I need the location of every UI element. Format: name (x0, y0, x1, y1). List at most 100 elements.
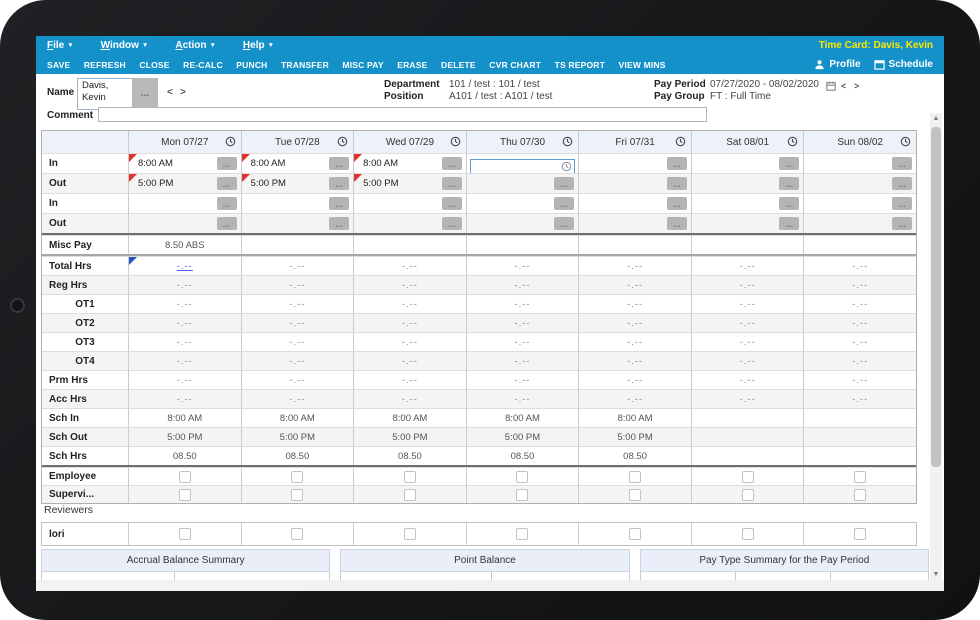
value-cell: -.-- (803, 294, 916, 313)
day-clock-icon[interactable] (225, 136, 236, 150)
punch-detail-button[interactable]: ... (779, 177, 799, 190)
day-clock-icon[interactable] (562, 136, 573, 150)
toolbar-view-mins[interactable]: VIEW MINS (619, 60, 666, 70)
toolbar-misc-pay[interactable]: MISC PAY (342, 60, 383, 70)
reviewer-checkbox[interactable] (291, 528, 303, 540)
total-hours-link[interactable]: -.-- (129, 261, 241, 272)
value-cell: -.-- (578, 313, 691, 332)
scroll-up-arrow-icon[interactable]: ▲ (930, 113, 942, 125)
punch-detail-button[interactable]: ... (554, 217, 574, 230)
punch-detail-button[interactable]: ... (892, 197, 912, 210)
approval-checkbox[interactable] (742, 489, 754, 501)
punch-detail-button[interactable]: ... (329, 217, 349, 230)
menu-help[interactable]: Help▼ (243, 40, 274, 51)
prev-employee-arrow[interactable]: < (167, 87, 173, 98)
approval-checkbox[interactable] (854, 471, 866, 483)
toolbar-delete[interactable]: DELETE (441, 60, 476, 70)
punch-clock-icon[interactable] (561, 159, 572, 173)
punch-detail-button[interactable]: ... (329, 157, 349, 170)
menu-action[interactable]: Action▼ (175, 40, 216, 51)
vertical-scrollbar[interactable]: ▲ ▼ (930, 113, 942, 581)
approval-checkbox[interactable] (404, 471, 416, 483)
toolbar-save[interactable]: SAVE (47, 60, 70, 70)
toolbar-transfer[interactable]: TRANSFER (281, 60, 329, 70)
approval-checkbox[interactable] (179, 471, 191, 483)
day-clock-icon[interactable] (787, 136, 798, 150)
approval-checkbox[interactable] (629, 489, 641, 501)
reviewer-checkbox[interactable] (854, 528, 866, 540)
value-cell: -.-- (128, 275, 241, 294)
punch-detail-button[interactable]: ... (667, 217, 687, 230)
menu-file[interactable]: File▼ (47, 40, 74, 51)
approval-checkbox[interactable] (516, 489, 528, 501)
punch-detail-button[interactable]: ... (779, 217, 799, 230)
scroll-down-arrow-icon[interactable]: ▼ (930, 569, 942, 581)
day-clock-icon[interactable] (900, 136, 911, 150)
punch-detail-button[interactable]: ... (217, 157, 237, 170)
reviewer-checkbox[interactable] (629, 528, 641, 540)
profile-button[interactable]: Profile (814, 59, 860, 70)
next-employee-arrow[interactable]: > (180, 87, 186, 98)
scrollbar-thumb[interactable] (931, 127, 941, 467)
punch-detail-button[interactable]: ... (779, 157, 799, 170)
punch-detail-button[interactable]: ... (442, 177, 462, 190)
approval-checkbox[interactable] (404, 489, 416, 501)
punch-detail-button[interactable]: ... (554, 197, 574, 210)
punch-detail-button[interactable]: ... (442, 217, 462, 230)
approval-checkbox[interactable] (854, 489, 866, 501)
toolbar-punch[interactable]: PUNCH (236, 60, 267, 70)
toolbar-re-calc[interactable]: RE-CALC (183, 60, 223, 70)
reviewer-checkbox[interactable] (516, 528, 528, 540)
punch-time-input[interactable] (470, 159, 576, 173)
value-cell: 8:00 AM (128, 408, 241, 427)
approval-cell (803, 467, 916, 485)
toolbar-close[interactable]: CLOSE (139, 60, 169, 70)
prev-pay-period-arrow[interactable]: < (841, 81, 846, 91)
punch-detail-button[interactable]: ... (217, 217, 237, 230)
punch-detail-button[interactable]: ... (217, 197, 237, 210)
schedule-button[interactable]: Schedule (874, 59, 933, 70)
value-cell: -.-- (803, 256, 916, 275)
approval-checkbox[interactable] (291, 489, 303, 501)
punch-detail-button[interactable]: ... (892, 177, 912, 190)
punch-detail-button[interactable]: ... (779, 197, 799, 210)
punch-detail-button[interactable]: ... (442, 157, 462, 170)
punch-detail-button[interactable]: ... (892, 157, 912, 170)
approval-checkbox[interactable] (629, 471, 641, 483)
value-cell: 8:00 AM (578, 408, 691, 427)
name-field[interactable]: Davis, Kevin (77, 78, 139, 110)
punch-detail-button[interactable]: ... (217, 177, 237, 190)
toolbar-ts-report[interactable]: TS REPORT (555, 60, 605, 70)
punch-detail-button[interactable]: ... (554, 177, 574, 190)
approval-checkbox[interactable] (516, 471, 528, 483)
approval-checkbox[interactable] (742, 471, 754, 483)
day-clock-icon[interactable] (337, 136, 348, 150)
comment-input[interactable] (98, 107, 707, 122)
value-text: -.-- (467, 394, 579, 405)
value-cell: -.-- (803, 351, 916, 370)
punch-detail-button[interactable]: ... (329, 197, 349, 210)
reviewer-checkbox[interactable] (404, 528, 416, 540)
punch-detail-button[interactable]: ... (667, 177, 687, 190)
day-clock-icon[interactable] (675, 136, 686, 150)
pay-period-calendar-icon[interactable] (826, 81, 836, 91)
next-pay-period-arrow[interactable]: > (854, 81, 859, 91)
day-clock-icon[interactable] (450, 136, 461, 150)
punch-detail-button[interactable]: ... (667, 197, 687, 210)
toolbar-erase[interactable]: ERASE (397, 60, 427, 70)
reviewer-checkbox[interactable] (742, 528, 754, 540)
punch-detail-button[interactable]: ... (667, 157, 687, 170)
value-cell: -.-- (353, 332, 466, 351)
approval-checkbox[interactable] (179, 489, 191, 501)
menu-window[interactable]: Window▼ (101, 40, 149, 51)
approval-row-label: Supervi... (42, 485, 128, 503)
name-lookup-button[interactable]: ... (132, 78, 158, 108)
toolbar-refresh[interactable]: REFRESH (84, 60, 126, 70)
approval-checkbox[interactable] (291, 471, 303, 483)
punch-detail-button[interactable]: ... (892, 217, 912, 230)
approval-cell (466, 485, 579, 503)
reviewer-checkbox[interactable] (179, 528, 191, 540)
punch-detail-button[interactable]: ... (329, 177, 349, 190)
toolbar-cvr-chart[interactable]: CVR CHART (489, 60, 541, 70)
punch-detail-button[interactable]: ... (442, 197, 462, 210)
